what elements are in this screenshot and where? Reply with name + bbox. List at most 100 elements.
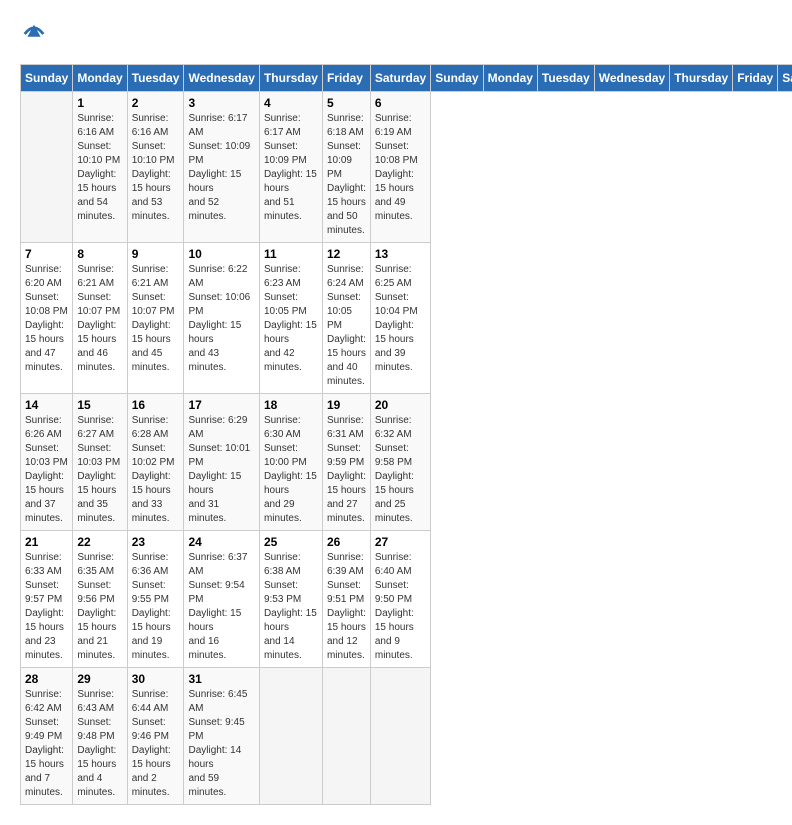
day-number: 13 <box>375 247 426 261</box>
calendar-cell: 31Sunrise: 6:45 AM Sunset: 9:45 PM Dayli… <box>184 668 259 805</box>
calendar-cell <box>322 668 370 805</box>
calendar-cell: 24 Sunrise: 6:37 AM Sunset: 9:54 PM Dayli… <box>184 531 259 668</box>
page-header <box>20 20 772 48</box>
day-info: Sunrise: 6:22 AM Sunset: 10:06 PM Daylig… <box>188 263 254 375</box>
calendar-cell: 26Sunrise: 6:39 AM Sunset: 9:51 PM Dayli… <box>322 531 370 668</box>
column-header-wednesday: Wednesday <box>184 65 259 92</box>
day-info: Sunrise: 6:44 AM Sunset: 9:46 PM Dayligh… <box>132 688 180 800</box>
column-header-tuesday: Tuesday <box>537 65 594 92</box>
calendar-cell: 23Sunrise: 6:36 AM Sunset: 9:55 PM Dayli… <box>127 531 184 668</box>
calendar-cell <box>370 668 430 805</box>
day-info: Sunrise: 6:40 AM Sunset: 9:50 PM Dayligh… <box>375 551 426 663</box>
calendar-cell: 15 Sunrise: 6:27 AM Sunset: 10:03 PM Dayl… <box>73 394 127 531</box>
calendar-cell: 25 Sunrise: 6:38 AM Sunset: 9:53 PM Dayli… <box>259 531 322 668</box>
week-row-1: 1Sunrise: 6:16 AM Sunset: 10:10 PM Dayli… <box>21 92 792 243</box>
calendar-cell: 16 Sunrise: 6:28 AM Sunset: 10:02 PM Dayl… <box>127 394 184 531</box>
calendar-cell: 29 Sunrise: 6:43 AM Sunset: 9:48 PM Dayli… <box>73 668 127 805</box>
column-header-saturday: Saturday <box>778 65 792 92</box>
calendar-cell: 19 Sunrise: 6:31 AM Sunset: 9:59 PM Dayli… <box>322 394 370 531</box>
calendar-cell: 2 Sunrise: 6:16 AM Sunset: 10:10 PM Dayli… <box>127 92 184 243</box>
day-info: Sunrise: 6:17 AM Sunset: 10:09 PM Daylig… <box>188 112 254 224</box>
calendar-header: SundayMondayTuesdayWednesdayThursdayFrid… <box>21 65 792 92</box>
day-info: Sunrise: 6:21 AM Sunset: 10:07 PM Daylig… <box>132 263 180 375</box>
logo-icon <box>20 20 48 48</box>
day-info: Sunrise: 6:42 AM Sunset: 9:49 PM Dayligh… <box>25 688 68 800</box>
column-header-friday: Friday <box>733 65 778 92</box>
calendar-cell: 1Sunrise: 6:16 AM Sunset: 10:10 PM Dayli… <box>73 92 127 243</box>
day-number: 6 <box>375 96 426 110</box>
week-row-2: 7 Sunrise: 6:20 AM Sunset: 10:08 PM Dayli… <box>21 243 792 394</box>
column-header-tuesday: Tuesday <box>127 65 184 92</box>
day-info: Sunrise: 6:18 AM Sunset: 10:09 PM Daylig… <box>327 112 366 238</box>
calendar-cell: 20 Sunrise: 6:32 AM Sunset: 9:58 PM Dayli… <box>370 394 430 531</box>
day-number: 19 <box>327 398 366 412</box>
day-info: Sunrise: 6:43 AM Sunset: 9:48 PM Dayligh… <box>77 688 122 800</box>
week-row-3: 14 Sunrise: 6:26 AM Sunset: 10:03 PM Dayl… <box>21 394 792 531</box>
column-header-thursday: Thursday <box>259 65 322 92</box>
day-number: 15 <box>77 398 122 412</box>
day-info: Sunrise: 6:27 AM Sunset: 10:03 PM Daylig… <box>77 414 122 526</box>
day-number: 18 <box>264 398 318 412</box>
calendar-cell: 11Sunrise: 6:23 AM Sunset: 10:05 PM Dayl… <box>259 243 322 394</box>
calendar-cell: 17 Sunrise: 6:29 AM Sunset: 10:01 PM Dayl… <box>184 394 259 531</box>
day-info: Sunrise: 6:39 AM Sunset: 9:51 PM Dayligh… <box>327 551 366 663</box>
day-info: Sunrise: 6:24 AM Sunset: 10:05 PM Daylig… <box>327 263 366 389</box>
day-info: Sunrise: 6:37 AM Sunset: 9:54 PM Dayligh… <box>188 551 254 663</box>
day-info: Sunrise: 6:28 AM Sunset: 10:02 PM Daylig… <box>132 414 180 526</box>
day-number: 28 <box>25 672 68 686</box>
day-number: 29 <box>77 672 122 686</box>
day-number: 9 <box>132 247 180 261</box>
day-number: 12 <box>327 247 366 261</box>
calendar-cell: 30Sunrise: 6:44 AM Sunset: 9:46 PM Dayli… <box>127 668 184 805</box>
day-number: 20 <box>375 398 426 412</box>
day-number: 27 <box>375 535 426 549</box>
day-number: 14 <box>25 398 68 412</box>
column-header-monday: Monday <box>73 65 127 92</box>
day-info: Sunrise: 6:31 AM Sunset: 9:59 PM Dayligh… <box>327 414 366 526</box>
day-info: Sunrise: 6:19 AM Sunset: 10:08 PM Daylig… <box>375 112 426 224</box>
day-info: Sunrise: 6:33 AM Sunset: 9:57 PM Dayligh… <box>25 551 68 663</box>
day-number: 7 <box>25 247 68 261</box>
header-row: SundayMondayTuesdayWednesdayThursdayFrid… <box>21 65 792 92</box>
calendar-cell: 27 Sunrise: 6:40 AM Sunset: 9:50 PM Dayli… <box>370 531 430 668</box>
calendar-cell: 14 Sunrise: 6:26 AM Sunset: 10:03 PM Dayl… <box>21 394 73 531</box>
day-info: Sunrise: 6:16 AM Sunset: 10:10 PM Daylig… <box>132 112 180 224</box>
calendar-cell: 22 Sunrise: 6:35 AM Sunset: 9:56 PM Dayli… <box>73 531 127 668</box>
calendar-cell: 28 Sunrise: 6:42 AM Sunset: 9:49 PM Dayli… <box>21 668 73 805</box>
week-row-4: 21Sunrise: 6:33 AM Sunset: 9:57 PM Dayli… <box>21 531 792 668</box>
calendar-cell: 18 Sunrise: 6:30 AM Sunset: 10:00 PM Dayl… <box>259 394 322 531</box>
calendar-cell: 12 Sunrise: 6:24 AM Sunset: 10:05 PM Dayl… <box>322 243 370 394</box>
day-info: Sunrise: 6:20 AM Sunset: 10:08 PM Daylig… <box>25 263 68 375</box>
calendar-cell: 21Sunrise: 6:33 AM Sunset: 9:57 PM Dayli… <box>21 531 73 668</box>
day-number: 11 <box>264 247 318 261</box>
column-header-monday: Monday <box>483 65 537 92</box>
day-number: 10 <box>188 247 254 261</box>
day-number: 17 <box>188 398 254 412</box>
day-info: Sunrise: 6:45 AM Sunset: 9:45 PM Dayligh… <box>188 688 254 800</box>
calendar-cell: 5Sunrise: 6:18 AM Sunset: 10:09 PM Dayli… <box>322 92 370 243</box>
day-info: Sunrise: 6:38 AM Sunset: 9:53 PM Dayligh… <box>264 551 318 663</box>
day-number: 16 <box>132 398 180 412</box>
day-info: Sunrise: 6:26 AM Sunset: 10:03 PM Daylig… <box>25 414 68 526</box>
day-info: Sunrise: 6:35 AM Sunset: 9:56 PM Dayligh… <box>77 551 122 663</box>
calendar-cell: 7 Sunrise: 6:20 AM Sunset: 10:08 PM Dayli… <box>21 243 73 394</box>
calendar-cell: 10 Sunrise: 6:22 AM Sunset: 10:06 PM Dayl… <box>184 243 259 394</box>
calendar-cell: 13 Sunrise: 6:25 AM Sunset: 10:04 PM Dayl… <box>370 243 430 394</box>
day-number: 3 <box>188 96 254 110</box>
column-header-sunday: Sunday <box>431 65 483 92</box>
column-header-wednesday: Wednesday <box>594 65 669 92</box>
day-number: 25 <box>264 535 318 549</box>
calendar-cell <box>21 92 73 243</box>
calendar-cell: 9 Sunrise: 6:21 AM Sunset: 10:07 PM Dayli… <box>127 243 184 394</box>
day-number: 23 <box>132 535 180 549</box>
day-info: Sunrise: 6:30 AM Sunset: 10:00 PM Daylig… <box>264 414 318 526</box>
day-number: 2 <box>132 96 180 110</box>
column-header-saturday: Saturday <box>370 65 430 92</box>
day-info: Sunrise: 6:29 AM Sunset: 10:01 PM Daylig… <box>188 414 254 526</box>
day-info: Sunrise: 6:32 AM Sunset: 9:58 PM Dayligh… <box>375 414 426 526</box>
day-number: 22 <box>77 535 122 549</box>
day-info: Sunrise: 6:25 AM Sunset: 10:04 PM Daylig… <box>375 263 426 375</box>
day-info: Sunrise: 6:17 AM Sunset: 10:09 PM Daylig… <box>264 112 318 224</box>
calendar-cell: 6 Sunrise: 6:19 AM Sunset: 10:08 PM Dayli… <box>370 92 430 243</box>
day-number: 24 <box>188 535 254 549</box>
